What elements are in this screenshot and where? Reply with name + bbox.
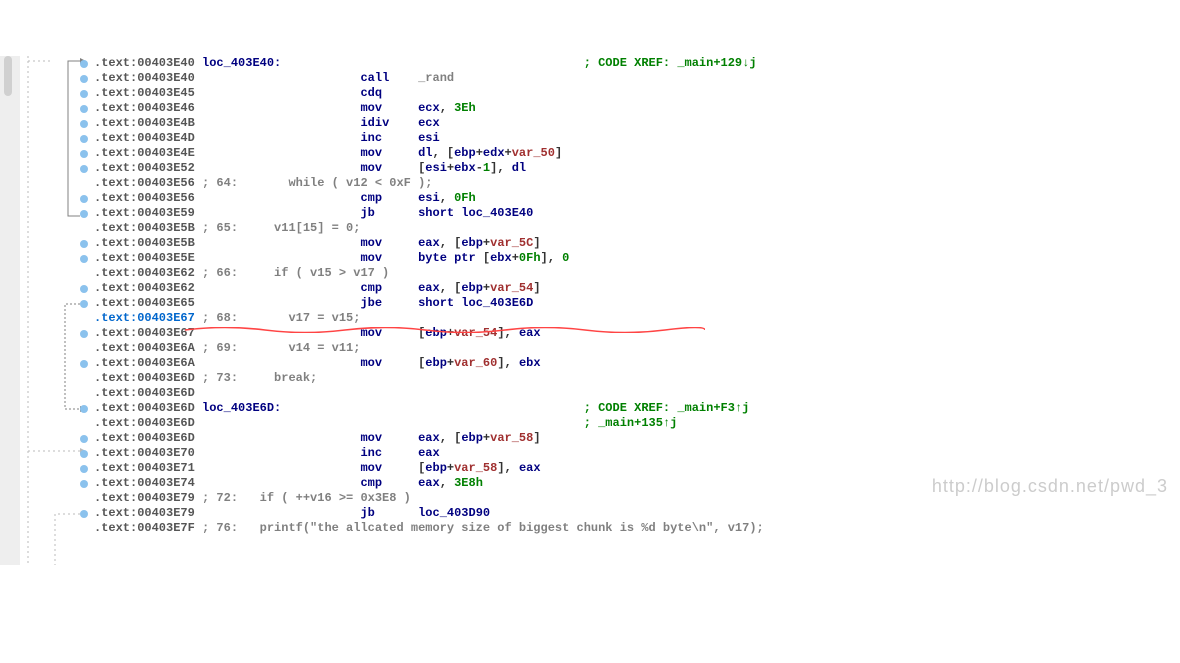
breakpoint-dot[interactable] [80, 255, 88, 263]
disasm-line[interactable]: .text:00403E40 loc_403E40: ; CODE XREF: … [94, 56, 1180, 71]
control-flow-arrows [20, 56, 90, 565]
breakpoint-dot[interactable] [80, 165, 88, 173]
disasm-line[interactable]: .text:00403E7F ; 76: printf("the allcate… [94, 521, 1180, 536]
scroll-thumb[interactable] [4, 56, 12, 96]
disasm-line[interactable]: .text:00403E4D inc esi [94, 131, 1180, 146]
disasm-line[interactable]: .text:00403E65 jbe short loc_403E6D [94, 296, 1180, 311]
disasm-line[interactable]: .text:00403E62 ; 66: if ( v15 > v17 ) [94, 266, 1180, 281]
breakpoint-dot[interactable] [80, 120, 88, 128]
disasm-line[interactable]: .text:00403E56 ; 64: while ( v12 < 0xF )… [94, 176, 1180, 191]
left-gutter [0, 56, 20, 565]
disasm-line[interactable]: .text:00403E40 call _rand [94, 71, 1180, 86]
breakpoint-dot[interactable] [80, 210, 88, 218]
disasm-line[interactable]: .text:00403E6D mov eax, [ebp+var_58] [94, 431, 1180, 446]
breakpoint-dot[interactable] [80, 105, 88, 113]
breakpoint-dot[interactable] [80, 360, 88, 368]
disasm-line[interactable]: .text:00403E70 inc eax [94, 446, 1180, 461]
breakpoint-dot[interactable] [80, 285, 88, 293]
disasm-line[interactable]: .text:00403E6A ; 69: v14 = v11; [94, 341, 1180, 356]
breakpoint-dot[interactable] [80, 480, 88, 488]
disasm-line[interactable]: .text:00403E71 mov [ebp+var_58], eax [94, 461, 1180, 476]
disasm-line[interactable]: .text:00403E6D loc_403E6D: ; CODE XREF: … [94, 401, 1180, 416]
disasm-line[interactable]: .text:00403E59 jb short loc_403E40 [94, 206, 1180, 221]
disasm-line[interactable]: .text:00403E6D [94, 386, 1180, 401]
disasm-line[interactable]: .text:00403E6D ; 73: break; [94, 371, 1180, 386]
disasm-line[interactable]: .text:00403E4B idiv ecx [94, 116, 1180, 131]
disasm-line[interactable]: .text:00403E79 jb loc_403D90 [94, 506, 1180, 521]
breakpoint-dot[interactable] [80, 435, 88, 443]
breakpoint-dot[interactable] [80, 240, 88, 248]
ida-disasm-container: .text:00403E40 loc_403E40: ; CODE XREF: … [0, 56, 1180, 565]
disasm-line[interactable]: .text:00403E5E mov byte ptr [ebx+0Fh], 0 [94, 251, 1180, 266]
disasm-line[interactable]: .text:00403E74 cmp eax, 3E8h [94, 476, 1180, 491]
breakpoint-dot[interactable] [80, 90, 88, 98]
disasm-line[interactable]: .text:00403E5B ; 65: v11[15] = 0; [94, 221, 1180, 236]
breakpoint-dot[interactable] [80, 195, 88, 203]
disasm-line[interactable]: .text:00403E6A mov [ebp+var_60], ebx [94, 356, 1180, 371]
arrows-column [20, 56, 90, 565]
red-underline [185, 323, 705, 329]
disassembly-listing[interactable]: .text:00403E40 loc_403E40: ; CODE XREF: … [90, 56, 1180, 565]
disasm-line[interactable]: .text:00403E56 cmp esi, 0Fh [94, 191, 1180, 206]
breakpoint-dot[interactable] [80, 300, 88, 308]
disasm-line[interactable]: .text:00403E4E mov dl, [ebp+edx+var_50] [94, 146, 1180, 161]
breakpoint-dot[interactable] [80, 465, 88, 473]
breakpoint-dot[interactable] [80, 75, 88, 83]
disasm-line[interactable]: .text:00403E5B mov eax, [ebp+var_5C] [94, 236, 1180, 251]
breakpoint-dot[interactable] [80, 135, 88, 143]
disasm-line[interactable]: .text:00403E6D ; _main+135↑j [94, 416, 1180, 431]
breakpoint-dot[interactable] [80, 450, 88, 458]
breakpoint-dot[interactable] [80, 330, 88, 338]
disasm-line[interactable]: .text:00403E45 cdq [94, 86, 1180, 101]
breakpoint-dot[interactable] [80, 510, 88, 518]
breakpoint-dot[interactable] [80, 405, 88, 413]
breakpoint-dot[interactable] [80, 150, 88, 158]
disasm-line[interactable]: .text:00403E62 cmp eax, [ebp+var_54] [94, 281, 1180, 296]
disasm-line[interactable]: .text:00403E46 mov ecx, 3Eh [94, 101, 1180, 116]
disasm-line[interactable]: .text:00403E52 mov [esi+ebx-1], dl [94, 161, 1180, 176]
breakpoint-dot[interactable] [80, 60, 88, 68]
disasm-line[interactable]: .text:00403E79 ; 72: if ( ++v16 >= 0x3E8… [94, 491, 1180, 506]
